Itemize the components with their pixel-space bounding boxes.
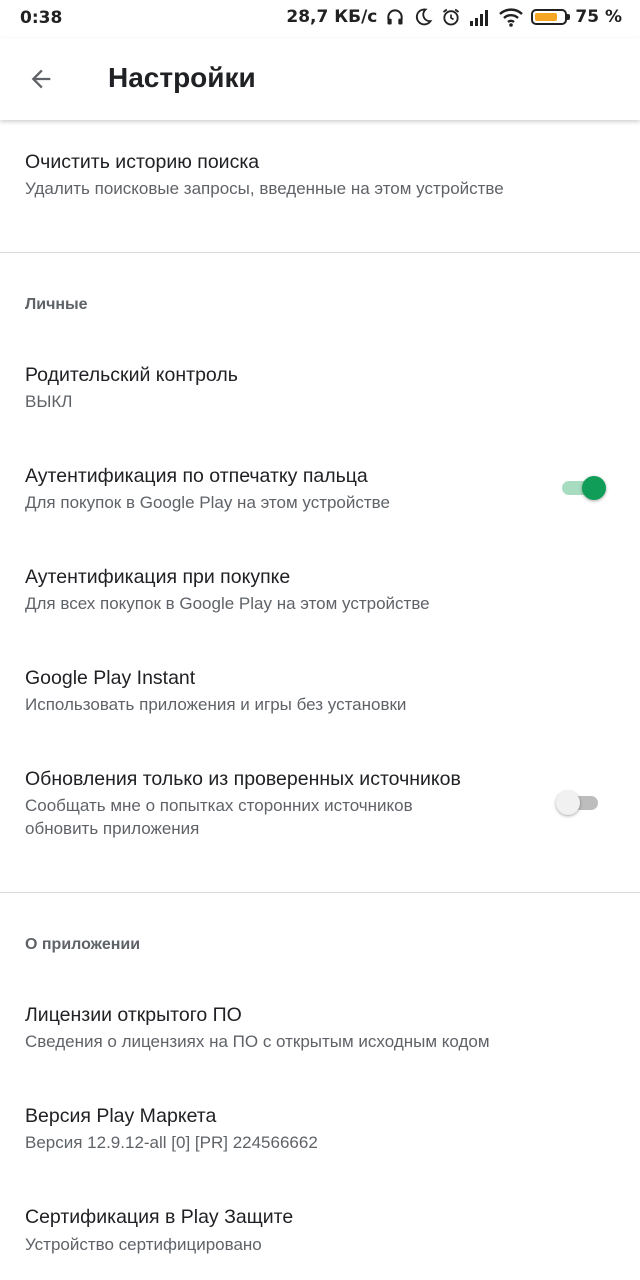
status-bar: 0:38 28,7 КБ/с 75 % [0,0,640,38]
fingerprint-auth-item[interactable]: Аутентификация по отпечатку пальца Для п… [0,454,640,534]
parental-control-status: ВЫКЛ [25,392,73,411]
arrow-back-icon [31,69,51,89]
open-source-licenses-subtitle: Сведения о лицензиях на ПО с открытым ис… [25,1032,490,1051]
open-source-licenses-title: Лицензии открытого ПО [25,1004,242,1026]
alarm-icon [441,7,461,27]
headphones-icon [385,7,405,27]
play-protect-certification-title: Сертификация в Play Защите [25,1206,294,1228]
status-time: 0:38 [20,8,63,28]
clear-search-history-title: Очистить историю поиска [25,151,260,173]
play-store-version-item[interactable]: Версия Play Маркета Версия 12.9.12-all [… [0,1096,640,1176]
wifi-icon [499,7,524,27]
verified-updates-subtitle-line2: обновить приложения [25,819,200,838]
network-speed: 28,7 КБ/с [286,7,378,27]
purchase-auth-title: Аутентификация при покупке [25,566,291,588]
purchase-auth-item[interactable]: Аутентификация при покупке Для всех поку… [0,556,640,636]
verified-updates-title: Обновления только из проверенных источни… [25,768,461,790]
parental-control-item[interactable]: Родительский контроль ВЫКЛ [0,352,640,432]
section-header-personal: Личные [25,296,88,313]
verified-updates-item[interactable]: Обновления только из проверенных источни… [0,758,640,858]
divider [0,892,640,893]
verified-updates-subtitle-line1: Сообщать мне о попытках сторонних источн… [25,796,413,815]
switch-thumb [556,791,580,815]
google-play-instant-item[interactable]: Google Play Instant Использовать приложе… [0,658,640,738]
section-header-about: О приложении [25,936,141,953]
app-bar: Настройки [0,38,640,120]
play-protect-certification-item[interactable]: Сертификация в Play Защите Устройство се… [0,1198,640,1278]
signal-icon [469,8,491,26]
parental-control-title: Родительский контроль [25,364,238,386]
google-play-instant-subtitle: Использовать приложения и игры без устан… [25,695,407,714]
clear-search-history-item[interactable]: Очистить историю поиска Удалить поисковы… [0,140,640,220]
open-source-licenses-item[interactable]: Лицензии открытого ПО Сведения о лицензи… [0,994,640,1074]
divider [0,252,640,253]
fingerprint-auth-switch[interactable] [562,476,606,500]
purchase-auth-subtitle: Для всех покупок в Google Play на этом у… [25,594,430,613]
moon-icon [413,7,433,27]
play-protect-certification-status: Устройство сертифицировано [25,1235,262,1254]
verified-updates-switch[interactable] [556,791,598,815]
google-play-instant-title: Google Play Instant [25,667,196,689]
battery-percent: 75 % [575,7,622,27]
play-store-version-value: Версия 12.9.12-all [0] [PR] 224566662 [25,1133,318,1152]
fingerprint-auth-title: Аутентификация по отпечатку пальца [25,465,368,487]
back-button[interactable] [18,56,64,102]
page-title: Настройки [108,62,256,93]
switch-thumb [582,476,606,500]
status-icons: 28,7 КБ/с 75 % [286,7,622,27]
clear-search-history-subtitle: Удалить поисковые запросы, введенные на … [25,179,504,198]
fingerprint-auth-subtitle: Для покупок в Google Play на этом устрой… [25,493,390,512]
battery-icon [531,9,571,25]
play-store-version-title: Версия Play Маркета [25,1105,217,1127]
